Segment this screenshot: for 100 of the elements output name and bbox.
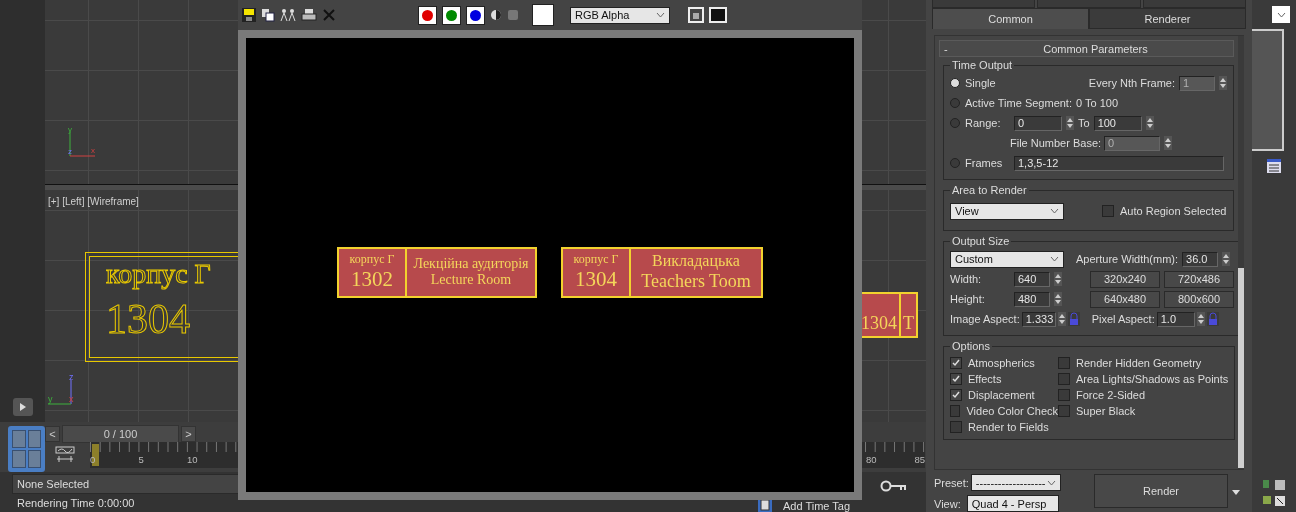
group-title: Options [951, 340, 991, 353]
spinner-button[interactable] [1219, 76, 1227, 91]
tab[interactable]: Renderer [1089, 7, 1246, 30]
rollout-header[interactable]: - Common Parameters [939, 40, 1234, 58]
frame-number: 80 [866, 454, 877, 465]
checkbox-option[interactable]: Super Black [1058, 405, 1229, 418]
render-button[interactable]: Render [1094, 474, 1228, 508]
chevron-icon[interactable] [1050, 208, 1059, 215]
rollout-title[interactable]: Common Parameters [958, 43, 1233, 55]
collapse-toggle[interactable]: - [940, 43, 958, 55]
next-frame-button[interactable]: > [181, 426, 196, 442]
chevron-icon[interactable] [656, 12, 665, 18]
size-preset-dropdown[interactable]: Custom [950, 251, 1064, 268]
channel-dropdown[interactable]: RGB Alpha [570, 6, 670, 24]
radio-option[interactable]: Single [950, 77, 996, 90]
sign-building: корпус Г [349, 253, 395, 267]
clone-icon[interactable] [280, 8, 296, 22]
play-icon[interactable] [19, 403, 26, 411]
frame-number: 0 [90, 454, 96, 465]
input-field[interactable]: 1.0 [1156, 312, 1195, 327]
chevron-icon[interactable] [1276, 11, 1286, 18]
preset-dropdown[interactable]: ------------------- [970, 474, 1061, 491]
input-field[interactable]: 36.0 [1182, 252, 1219, 267]
segment-value: 0 To 100 [1076, 97, 1118, 110]
input-field[interactable]: 1,3,5-12 [1014, 156, 1224, 171]
sign-number: 1302 [351, 266, 393, 291]
scrollbar-thumb[interactable] [1238, 268, 1244, 469]
field-label: Height: [950, 293, 986, 306]
radio-option[interactable]: Active Time Segment: [950, 97, 1072, 110]
field-label: Every Nth Frame: [1088, 77, 1175, 90]
sign-number: 1304 [575, 266, 617, 291]
frame-number: 5 [138, 454, 144, 465]
group-title: Area to Render [951, 184, 1028, 197]
checkbox-option[interactable]: Render Hidden Geometry [1058, 357, 1229, 370]
sign-subtitle: Lecture Room [430, 272, 512, 289]
checkbox-option[interactable]: Video Color Check [950, 405, 1058, 418]
group-title: Time Output [951, 59, 1014, 72]
field-label: Pixel Aspect: [1091, 313, 1155, 326]
chevron-icon[interactable] [1046, 479, 1056, 486]
chevron-icon[interactable] [1050, 256, 1059, 263]
display-toggle-icon[interactable] [709, 7, 727, 23]
table-icon[interactable] [1267, 159, 1281, 173]
copy-icon[interactable] [261, 8, 275, 22]
tab[interactable]: Common [932, 7, 1089, 30]
sign-subtitle: Teachers Toom [641, 270, 751, 292]
spinner-button[interactable] [1196, 312, 1205, 327]
display-toggle-icon[interactable] [688, 7, 704, 23]
checkbox-option[interactable]: Displacement [950, 389, 1058, 402]
field-label: To [1078, 117, 1090, 130]
size-preset-button[interactable]: 720x486 [1164, 271, 1234, 288]
size-preset-button[interactable]: 640x480 [1090, 291, 1160, 308]
previous-frame-button[interactable]: < [45, 426, 60, 442]
input-field[interactable]: 0 [1014, 116, 1062, 131]
save-icon[interactable] [242, 8, 256, 22]
time-tag-link[interactable]: Add Time Tag [778, 497, 851, 512]
radio-option[interactable]: Range: [950, 117, 1001, 130]
monochrome-icon[interactable] [490, 9, 502, 21]
field-label: Image Aspect: [950, 313, 1020, 326]
channel-toggle[interactable] [418, 5, 437, 25]
checkbox-option[interactable]: Render to Fields [950, 421, 1058, 434]
input-field[interactable]: 640 [1014, 272, 1050, 287]
checkbox-option[interactable]: Area Lights/Shadows as Points [1058, 373, 1229, 386]
group-title: Output Size [951, 235, 1011, 248]
frame-number: 85 [914, 454, 926, 465]
field-label: File Number Base: [1010, 137, 1100, 150]
checkbox-option[interactable]: Atmospherics [950, 357, 1058, 370]
spinner-button[interactable] [1054, 272, 1062, 287]
spinner-button[interactable] [1222, 252, 1231, 267]
spinner-button[interactable] [1057, 312, 1066, 327]
spinner-button[interactable] [1066, 116, 1074, 131]
camera-select-dropdown[interactable]: Quad 4 - Persp [966, 495, 1059, 512]
channel-toggle[interactable] [466, 5, 485, 25]
field-label: Preset: [934, 476, 969, 489]
time-marker[interactable] [92, 444, 99, 466]
checkbox-option[interactable]: Force 2-Sided [1058, 389, 1229, 402]
render-time-text: Rendering Time 0:00:00 [16, 496, 135, 511]
size-preset-button[interactable]: 320x240 [1090, 271, 1160, 288]
channel-toggle[interactable] [442, 5, 461, 25]
size-preset-button[interactable]: 800x600 [1164, 291, 1234, 308]
key-icon[interactable] [880, 480, 908, 492]
print-icon[interactable] [301, 8, 317, 22]
spinner-button[interactable] [1054, 292, 1062, 307]
checkbox-option[interactable]: Auto Region Selected [1102, 205, 1227, 218]
sign-building: корпус Г [573, 253, 619, 267]
area-dropdown[interactable]: View [950, 203, 1064, 220]
dropdown-button[interactable] [1272, 6, 1290, 23]
color-swatch[interactable] [532, 4, 554, 26]
checkbox-option[interactable]: Effects [950, 373, 1058, 386]
input-field[interactable]: 100 [1093, 116, 1142, 131]
caret-icon[interactable] [1232, 490, 1240, 495]
input-field[interactable]: 1.333 [1021, 312, 1056, 327]
radio-option[interactable]: Frames [950, 157, 1003, 170]
spinner-button[interactable] [1145, 116, 1154, 131]
field-label: View: [934, 497, 961, 510]
curve-editor-icon[interactable] [55, 446, 75, 464]
spinner-button[interactable] [1164, 136, 1172, 151]
play-button[interactable] [12, 398, 33, 416]
viewport-label[interactable]: [+] [Left] [Wireframe] [48, 196, 139, 207]
input-field[interactable]: 480 [1014, 292, 1050, 307]
sign-title: Лекційна аудиторія [413, 255, 529, 272]
